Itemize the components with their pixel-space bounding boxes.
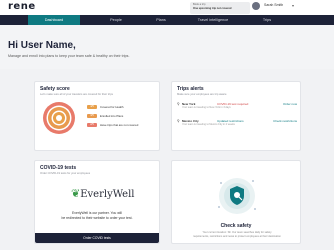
dashboard-content: Safety score Let's make sure all of your… [0, 69, 334, 250]
legend-tag: 2/5 [87, 122, 97, 127]
check-safety-title: Check safety [220, 223, 252, 229]
safety-score-subtitle: Let's make sure all of your travelers ar… [40, 93, 113, 96]
trips-alerts-subtitle: Make sure your employees are trip aware [177, 93, 227, 96]
covid-description-line: be redirected to their website to order … [61, 216, 133, 220]
avatar [252, 2, 260, 10]
page-subtitle: Manage and enroll into plans to keep you… [8, 54, 130, 58]
user-menu[interactable]: Sarah Smith ▾ [252, 2, 294, 10]
trips-alerts-card: Trips alerts Make sure your employees ar… [171, 81, 301, 151]
legend-label: Have trips that are not covered [100, 123, 139, 127]
leaf-icon: ❦ [71, 187, 81, 200]
safety-rings-icon [43, 102, 75, 134]
everlywell-brand: EverlyWell [80, 189, 135, 200]
hero-section: Hi User Name, Manage and enroll into pla… [0, 25, 334, 69]
check-safety-card[interactable]: Check safety Your current location: SF. … [171, 160, 301, 244]
location-pin-icon: ⚲ [177, 102, 180, 106]
tab-people[interactable]: People [96, 15, 136, 25]
alert-link[interactable]: Order now [283, 102, 297, 106]
tab-dashboard[interactable]: Dashboard [28, 15, 80, 25]
everlywell-logo: ❦EverlyWell [71, 187, 135, 200]
app-logo[interactable]: rene [8, 1, 36, 12]
shield-search-icon [218, 178, 256, 214]
location-pin-icon: ⚲ [177, 119, 180, 123]
booking-banner[interactable]: Book a trip One upcoming trip not covere… [190, 2, 250, 14]
page-title: Hi User Name, [8, 40, 76, 51]
alert-description: Your team is traveling to New York in 3 … [182, 106, 231, 109]
tab-trips[interactable]: Trips [250, 15, 284, 25]
covid-tests-card: COVID-19 tests Order COVID-19 tests for … [34, 160, 160, 244]
check-safety-description-line: requirements, restrictions and news to p… [193, 234, 281, 238]
user-name: Sarah Smith [264, 3, 284, 7]
tab-travel-intelligence[interactable]: Travel intelligence [188, 15, 238, 25]
check-safety-description: Your current location: SF. Our team sear… [176, 231, 298, 239]
main-nav: Dashboard People Plans Travel intelligen… [0, 15, 334, 25]
booking-text: One upcoming trip not covered [193, 6, 232, 10]
alert-description: Your team is traveling to Mexico City in… [182, 123, 235, 126]
top-header: rene Book a trip One upcoming trip not c… [0, 0, 334, 15]
legend-tag: 3/5 [87, 113, 97, 118]
legend-tag: 4/5 [87, 104, 97, 109]
chevron-down-icon: ▾ [292, 3, 295, 8]
alert-link[interactable]: Check restrictions [273, 119, 297, 123]
safety-score-title: Safety score [40, 86, 70, 92]
covid-description: EverlyWell is our partner. You will be r… [35, 211, 159, 221]
covid-tests-subtitle: Order COVID-19 tests for your employees [40, 172, 91, 175]
covid-tests-title: COVID-19 tests [40, 165, 77, 171]
order-covid-tests-button[interactable]: Order COVID tests [35, 233, 159, 243]
legend-label: Covered for Health [100, 105, 124, 109]
legend-label: Enrolled into Plans [100, 114, 124, 118]
safety-score-card: Safety score Let's make sure all of your… [34, 81, 160, 151]
tab-plans[interactable]: Plans [144, 15, 178, 25]
trips-alerts-title: Trips alerts [177, 86, 204, 92]
